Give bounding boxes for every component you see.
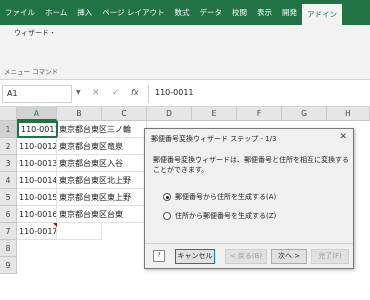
postal-code-wizard-dialog: 郵便番号変換ウィザード ステップ - 1/3 ✕ 郵便番号変換ウィザードは、郵便… (144, 128, 354, 269)
tab-formulas[interactable]: 数式 (170, 0, 195, 25)
column-header-c[interactable]: C (102, 107, 147, 121)
column-header-d[interactable]: D (147, 107, 192, 121)
row-header-6[interactable]: 6 (0, 206, 17, 223)
name-box[interactable]: A1 (2, 85, 72, 103)
row-header-8[interactable]: 8 (0, 240, 17, 257)
close-icon[interactable]: ✕ (339, 132, 347, 142)
tab-view[interactable]: 表示 (252, 0, 277, 25)
formula-bar: A1 ▼ ✕ ✓ fx 110-0011 (0, 81, 370, 107)
back-button[interactable]: < 戻る(B) (225, 249, 267, 264)
cell-a7[interactable]: 110-0017 (17, 223, 57, 240)
cell-b5[interactable]: 東京都台東区東上野 (57, 189, 147, 206)
column-header-h[interactable]: H (327, 107, 370, 121)
cell-a1[interactable]: 110-0011 (17, 121, 58, 138)
wizard-menu[interactable]: ウィザード・ (14, 28, 56, 38)
row-header-4[interactable]: 4 (0, 172, 17, 189)
chevron-down-icon[interactable]: ▼ (76, 89, 81, 96)
column-header-f[interactable]: F (237, 107, 282, 121)
option-address-to-postal[interactable]: 住所から郵便番号を生成する(Z) (163, 211, 276, 221)
insert-function-icon[interactable]: fx (131, 88, 139, 97)
tab-addins[interactable]: アドイン (302, 4, 343, 25)
finish-button[interactable]: 完了(F) (311, 249, 349, 264)
column-header-a[interactable]: A (17, 107, 57, 121)
tab-home[interactable]: ホーム (40, 0, 72, 25)
select-all-corner[interactable] (0, 107, 17, 121)
menu-command-group-label: メニュー コマンド (4, 68, 59, 76)
option-postal-to-address[interactable]: 郵便番号から住所を生成する(A) (163, 192, 276, 202)
option-2-label: 住所から郵便番号を生成する(Z) (175, 212, 277, 220)
radio-unselected-icon[interactable] (163, 212, 171, 220)
cell-b3[interactable]: 東京都台東区入谷 (57, 155, 147, 172)
cell-a3[interactable]: 110-0013 (17, 155, 57, 172)
tab-insert[interactable]: 挿入 (72, 0, 97, 25)
row-header-5[interactable]: 5 (0, 189, 17, 206)
dialog-description: 郵便番号変換ウィザードは、郵便番号と住所を相互に変換することができます。 (153, 156, 349, 174)
cell-b1[interactable]: 東京都台東区三ノ輪 (57, 121, 147, 138)
option-1-label: 郵便番号から住所を生成する(A) (175, 193, 277, 201)
column-header-e[interactable]: E (192, 107, 237, 121)
cell-a2[interactable]: 110-0012 (17, 138, 57, 155)
row-header-9[interactable]: 9 (0, 257, 17, 274)
cell-a6[interactable]: 110-0016 (17, 206, 57, 223)
cell-b7[interactable] (57, 223, 102, 240)
row-header-1[interactable]: 1 (0, 121, 17, 138)
cell-b6[interactable]: 東京都台東区台東 (57, 206, 147, 223)
row-header-2[interactable]: 2 (0, 138, 17, 155)
row-header-7[interactable]: 7 (0, 223, 17, 240)
cell-a5[interactable]: 110-0015 (17, 189, 57, 206)
tab-file[interactable]: ファイル (0, 0, 40, 25)
ribbon-panel: ウィザード・ メニュー コマンド (0, 25, 370, 80)
tab-review[interactable]: 校閲 (227, 0, 252, 25)
dialog-title: 郵便番号変換ウィザード ステップ - 1/3 (151, 135, 277, 143)
cell-b2[interactable]: 東京都台東区竜泉 (57, 138, 147, 155)
cancel-button[interactable]: キャンセル (175, 249, 215, 264)
tab-data[interactable]: データ (195, 0, 228, 25)
tab-developer[interactable]: 開発 (277, 0, 302, 25)
tab-page-layout[interactable]: ページ レイアウト (97, 0, 169, 25)
dialog-divider (145, 243, 353, 244)
cell-a4[interactable]: 110-0014 (17, 172, 57, 189)
cell-b4[interactable]: 東京都台東区北上野 (57, 172, 147, 189)
help-icon[interactable]: ? (153, 250, 165, 262)
cancel-edit-icon[interactable]: ✕ (92, 88, 100, 98)
column-header-b[interactable]: B (57, 107, 102, 121)
confirm-edit-icon[interactable]: ✓ (112, 88, 120, 98)
ribbon-tabs: ファイル ホーム 挿入 ページ レイアウト 数式 データ 校閲 表示 開発 アド… (0, 0, 370, 25)
radio-selected-icon[interactable] (163, 193, 171, 201)
next-button[interactable]: 次へ > (271, 249, 307, 264)
formula-input[interactable]: 110-0011 (148, 85, 368, 103)
row-header-3[interactable]: 3 (0, 155, 17, 172)
column-header-g[interactable]: G (282, 107, 327, 121)
